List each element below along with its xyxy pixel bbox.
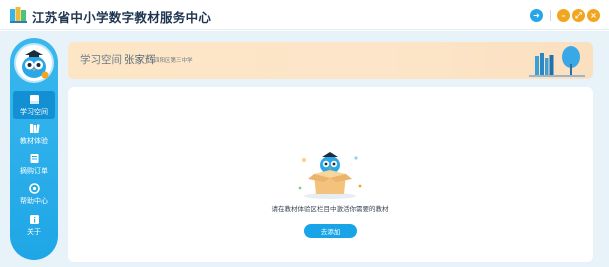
login-arrow-icon[interactable]: ➜ xyxy=(530,9,543,22)
owl-in-box-illustration-icon xyxy=(298,152,362,199)
close-icon[interactable]: × xyxy=(587,9,600,22)
sidebar-item-label: 摘购订单 xyxy=(20,167,48,175)
sidebar-item-label: 关于 xyxy=(27,228,41,236)
sidebar-item-label: 帮助中心 xyxy=(20,197,48,205)
avatar[interactable] xyxy=(14,43,54,83)
order-icon xyxy=(29,153,40,164)
textbook-experience-icon xyxy=(29,123,40,134)
sidebar-item-learning-space[interactable]: 学习空间 xyxy=(13,91,55,119)
sidebar-item-orders[interactable]: 摘购订单 xyxy=(13,150,55,178)
sidebar-item-textbook-experience[interactable]: 教材体验 xyxy=(13,120,55,148)
help-icon xyxy=(28,183,40,194)
page-title: 学习空间 xyxy=(80,54,122,66)
school-name: 四阳区第三中学 xyxy=(154,58,193,64)
empty-state-message: 请在教材体验区栏目中激活你需要的教材 xyxy=(271,205,389,213)
book-logo-icon xyxy=(10,7,27,23)
divider xyxy=(550,10,551,21)
minimize-icon[interactable]: – xyxy=(557,9,570,22)
app-title: 江苏省中小学数字教材服务中心 xyxy=(32,10,212,25)
maximize-icon[interactable]: ⤢ xyxy=(572,9,585,22)
title-bar: 江苏省中小学数字教材服务中心 ➜ – ⤢ × xyxy=(0,0,609,30)
learning-space-icon xyxy=(29,94,40,105)
add-textbook-button[interactable]: 去添加 xyxy=(304,224,357,238)
sidebar-item-help[interactable]: 帮助中心 xyxy=(13,180,55,208)
bookshelf-illustration-icon xyxy=(529,46,585,77)
user-name: 张家辉 xyxy=(124,54,156,66)
about-icon xyxy=(29,214,40,225)
sidebar-item-about[interactable]: 关于 xyxy=(13,211,55,239)
sidebar-item-label: 学习空间 xyxy=(20,108,48,116)
owl-mascot-icon xyxy=(22,50,49,79)
sidebar-item-label: 教材体验 xyxy=(20,137,48,145)
